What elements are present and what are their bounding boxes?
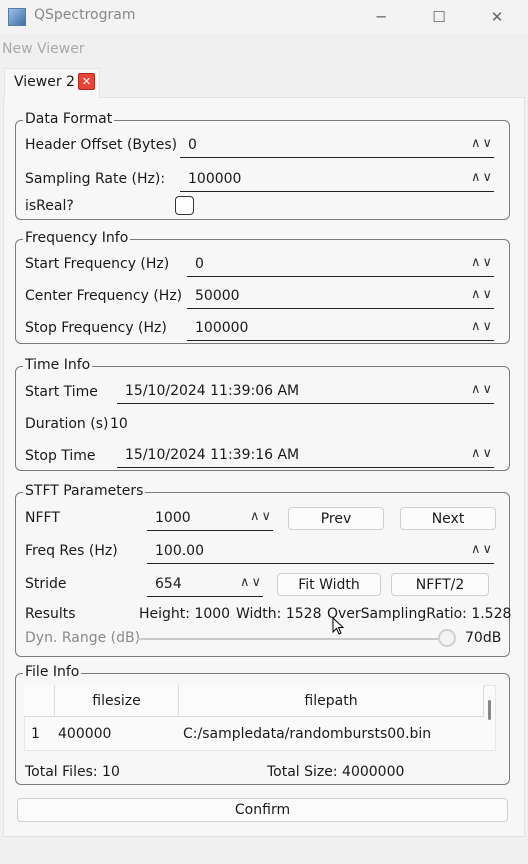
duration-value: 10 (110, 416, 128, 432)
window-title: QSpectrogram (34, 7, 136, 23)
sampling-rate-spinbox[interactable]: 100000 ∧∨ (180, 168, 494, 192)
start-time-edit[interactable]: 15/10/2024 11:39:06 AM ∧∨ (117, 380, 494, 404)
maximize-button[interactable]: ☐ (416, 0, 462, 34)
header-offset-value: 0 (188, 137, 197, 153)
data-format-title: Data Format (23, 111, 115, 127)
stride-value: 654 (155, 576, 182, 592)
sampling-rate-value: 100000 (188, 171, 242, 187)
spin-arrows-icon[interactable]: ∧∨ (471, 136, 494, 151)
spin-arrows-icon[interactable]: ∧∨ (240, 575, 263, 590)
center-frequency-value: 50000 (195, 288, 240, 304)
fit-width-button[interactable]: Fit Width (277, 573, 381, 596)
nfft-spinbox[interactable]: 1000 ∧∨ (147, 507, 273, 531)
next-button[interactable]: Next (400, 507, 496, 530)
dyn-range-slider-track[interactable] (137, 638, 453, 640)
stft-parameters-title: STFT Parameters (23, 483, 146, 499)
start-time-value: 15/10/2024 11:39:06 AM (125, 383, 300, 399)
frequency-info-title: Frequency Info (23, 230, 131, 246)
results-width: Width: 1528 (236, 606, 322, 622)
total-size: Total Size: 4000000 (267, 764, 405, 780)
results-label: Results (25, 606, 76, 622)
header-offset-label: Header Offset (Bytes) (25, 137, 178, 153)
nfft-value: 1000 (155, 510, 191, 526)
column-header-filepath[interactable]: filepath (179, 685, 484, 717)
stop-frequency-spinbox[interactable]: 100000 ∧∨ (187, 317, 494, 341)
start-frequency-value: 0 (195, 256, 204, 272)
duration-label: Duration (s) (25, 416, 109, 432)
file-info-title: File Info (23, 664, 82, 680)
nfft-label: NFFT (25, 510, 60, 526)
menu-new-viewer[interactable]: New Viewer (2, 41, 85, 57)
app-icon (8, 8, 26, 26)
column-header-filesize[interactable]: filesize (55, 685, 179, 717)
spin-arrows-icon[interactable]: ∧∨ (471, 255, 494, 270)
dyn-range-label: Dyn. Range (dB) (25, 630, 141, 646)
stop-time-value: 15/10/2024 11:39:16 AM (125, 447, 300, 463)
freq-res-value: 100.00 (155, 543, 204, 559)
status-bar (0, 838, 528, 864)
spin-arrows-icon[interactable]: ∧∨ (471, 319, 494, 334)
spin-arrows-icon[interactable]: ∧∨ (250, 509, 273, 524)
nfft-half-button[interactable]: NFFT/2 (391, 573, 489, 596)
center-frequency-label: Center Frequency (Hz) (25, 288, 183, 304)
stop-time-label: Stop Time (25, 448, 96, 464)
time-info-title: Time Info (23, 357, 93, 373)
stop-frequency-value: 100000 (195, 320, 249, 336)
mouse-cursor-icon (332, 617, 345, 635)
tab-close-icon[interactable]: ✕ (78, 73, 95, 90)
start-frequency-spinbox[interactable]: 0 ∧∨ (187, 253, 494, 277)
dyn-range-slider-handle[interactable] (437, 629, 456, 647)
header-offset-spinbox[interactable]: 0 ∧∨ (180, 134, 494, 158)
spin-arrows-icon[interactable]: ∧∨ (471, 170, 494, 185)
table-cell-filepath[interactable]: C:/sampledata/randombursts00.bin (183, 726, 431, 742)
close-button[interactable]: ✕ (474, 0, 520, 34)
freq-res-label: Freq Res (Hz) (25, 543, 118, 559)
spin-arrows-icon[interactable]: ∧∨ (471, 446, 494, 461)
results-height: Height: 1000 (139, 606, 231, 622)
spin-arrows-icon[interactable]: ∧∨ (471, 542, 494, 557)
dyn-range-value: 70dB (465, 630, 502, 646)
start-frequency-label: Start Frequency (Hz) (25, 256, 170, 272)
tab-label: Viewer 2 (14, 74, 75, 90)
prev-button[interactable]: Prev (288, 507, 384, 530)
table-scrollbar[interactable] (488, 700, 491, 720)
stride-spinbox[interactable]: 654 ∧∨ (147, 573, 263, 597)
freq-res-spinbox[interactable]: 100.00 ∧∨ (147, 540, 494, 564)
row-index: 1 (31, 726, 40, 742)
spin-arrows-icon[interactable]: ∧∨ (471, 287, 494, 302)
stride-label: Stride (25, 576, 67, 592)
minimize-button[interactable]: ─ (358, 0, 404, 34)
is-real-checkbox[interactable] (175, 196, 194, 215)
results-oversampling: OverSamplingRatio: 1.528 (327, 606, 512, 622)
start-time-label: Start Time (25, 384, 98, 400)
center-frequency-spinbox[interactable]: 50000 ∧∨ (187, 285, 494, 309)
spin-arrows-icon[interactable]: ∧∨ (471, 382, 494, 397)
sampling-rate-label: Sampling Rate (Hz): (25, 171, 166, 187)
is-real-label: isReal? (25, 198, 74, 214)
stop-frequency-label: Stop Frequency (Hz) (25, 320, 167, 336)
confirm-button[interactable]: Confirm (17, 798, 508, 822)
table-corner[interactable] (24, 685, 55, 717)
stop-time-edit[interactable]: 15/10/2024 11:39:16 AM ∧∨ (117, 444, 494, 468)
table-cell-filesize[interactable]: 400000 (58, 726, 111, 742)
total-files: Total Files: 10 (25, 764, 120, 780)
